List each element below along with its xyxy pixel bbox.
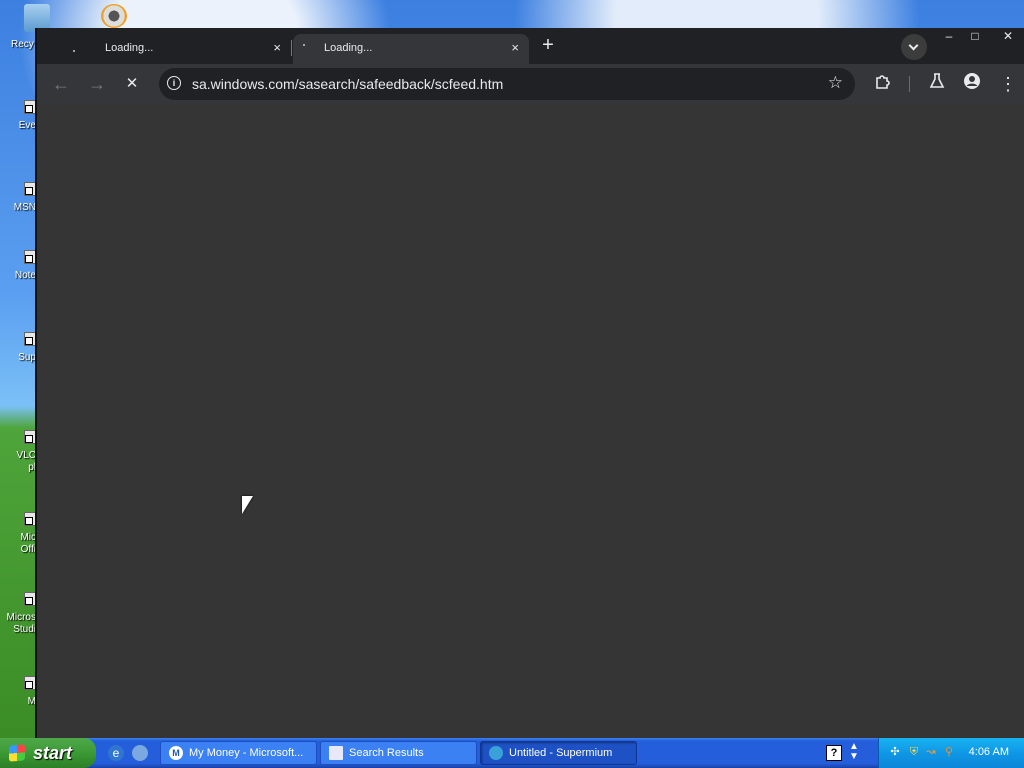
desktop-icon-label: Eve xyxy=(18,120,36,131)
task-my-money[interactable]: M My Money - Microsoft... xyxy=(160,741,317,765)
forward-button[interactable]: → xyxy=(85,72,109,96)
scroll-arrows-icon[interactable]: ▲ ▼ xyxy=(849,742,859,762)
minimize-button[interactable]: – xyxy=(935,28,963,44)
tab-search-button[interactable] xyxy=(901,34,927,60)
search-icon[interactable]: ⚲ xyxy=(943,746,955,758)
desktop-icon[interactable]: Micros Studi xyxy=(0,592,36,636)
toolbar-separator xyxy=(909,76,910,92)
desktop-icon[interactable]: Sup xyxy=(0,332,36,364)
internet-explorer-icon[interactable]: e xyxy=(108,745,124,761)
network-icon[interactable]: ✣ xyxy=(889,746,901,758)
supermium-icon xyxy=(489,746,503,760)
money-icon: M xyxy=(169,746,183,760)
puzzle-icon xyxy=(876,75,890,89)
task-label: My Money - Microsoft... xyxy=(189,747,304,759)
browser-window: Loading... × Loading... × + – □ ✕ ← → ✕ … xyxy=(35,28,1024,738)
start-label: start xyxy=(33,743,73,763)
extensions-button[interactable] xyxy=(871,72,895,96)
quick-launch-icon[interactable] xyxy=(132,745,148,761)
tab-title: Loading... xyxy=(324,42,373,54)
menu-button[interactable]: ⋮ xyxy=(996,72,1020,96)
task-label: Untitled - Supermium xyxy=(509,747,613,759)
back-button[interactable]: ← xyxy=(49,72,73,96)
task-search-results[interactable]: Search Results xyxy=(320,741,477,765)
desktop-icon[interactable]: MSN xyxy=(0,182,36,214)
loading-spinner-icon xyxy=(71,44,81,54)
maximize-button[interactable]: □ xyxy=(961,28,989,44)
desktop-icon-label: MSN xyxy=(13,202,36,213)
url-text[interactable]: sa.windows.com/sasearch/safeedback/scfee… xyxy=(192,76,503,92)
desktop-icon[interactable]: Note xyxy=(0,250,36,282)
new-tab-button[interactable]: + xyxy=(537,34,559,56)
desktop-icon-label: Sup xyxy=(18,352,36,363)
tab-title: Loading... xyxy=(105,42,154,54)
security-shield-icon[interactable]: ⛨ xyxy=(908,746,920,758)
desktop-icon[interactable]: Eve xyxy=(0,100,36,132)
tab-2[interactable]: Loading... × xyxy=(293,34,529,64)
desktop-icon-label: Micros Studi xyxy=(6,612,36,635)
page-content[interactable] xyxy=(37,104,1024,738)
connection-icon[interactable]: ↝ xyxy=(925,746,937,758)
tab-strip: Loading... × Loading... × + – □ ✕ xyxy=(37,28,1024,64)
desktop-icon[interactable]: M xyxy=(0,676,36,708)
taskbar: start e M My Money - Microsoft... Search… xyxy=(0,738,1024,768)
address-bar[interactable]: i sa.windows.com/sasearch/safeedback/scf… xyxy=(159,68,855,100)
profile-button[interactable] xyxy=(960,72,984,96)
clock[interactable]: 4:06 AM xyxy=(969,746,1009,758)
stop-button[interactable]: ✕ xyxy=(120,72,144,96)
desktop-icon-label: Note xyxy=(14,270,36,281)
task-label: Search Results xyxy=(349,747,424,759)
system-tray: ✣ ⛨ ↝ ⚲ 4:06 AM xyxy=(878,738,1024,768)
desktop-icon[interactable]: VLC pl xyxy=(0,430,36,474)
tab-1[interactable]: Loading... × xyxy=(55,34,291,64)
recycle-bin-label: Recy xyxy=(11,39,34,50)
desktop-icon-label: Mic Offi xyxy=(20,532,36,555)
person-icon xyxy=(964,73,980,89)
tab-separator xyxy=(291,40,292,56)
bookmark-star-icon[interactable]: ☆ xyxy=(828,73,843,93)
document-icon xyxy=(329,746,343,760)
tab-close-button[interactable]: × xyxy=(511,40,519,56)
labs-button[interactable] xyxy=(925,72,949,96)
start-button[interactable]: start xyxy=(0,738,96,768)
browser-toolbar: ← → ✕ i sa.windows.com/sasearch/safeedba… xyxy=(37,64,1024,104)
tab-close-button[interactable]: × xyxy=(273,40,281,56)
site-info-icon[interactable]: i xyxy=(167,76,181,90)
help-icon[interactable]: ? xyxy=(826,745,842,761)
windows-logo-icon xyxy=(9,744,25,762)
loading-spinner-icon xyxy=(301,38,311,48)
desktop-icon-label: VLC pl xyxy=(16,450,36,473)
close-window-button[interactable]: ✕ xyxy=(994,28,1022,44)
media-icon[interactable] xyxy=(101,4,127,28)
mouse-cursor-icon xyxy=(242,496,253,514)
task-supermium[interactable]: Untitled - Supermium xyxy=(480,741,637,765)
flask-icon xyxy=(929,73,945,88)
desktop-icon[interactable]: Mic Offi xyxy=(0,512,36,556)
